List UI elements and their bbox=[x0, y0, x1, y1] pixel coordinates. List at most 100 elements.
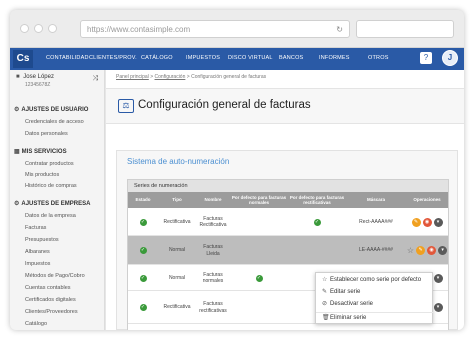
sidebar-section-label: AJUSTES DE EMPRESA bbox=[21, 201, 91, 207]
user-avatar[interactable]: J bbox=[442, 50, 458, 66]
column-header-default-rect[interactable]: Por defecto para facturas rectificativas bbox=[288, 192, 346, 208]
edit-button[interactable]: ✎ bbox=[416, 246, 426, 255]
sidebar-section-mis-servicios[interactable]: ▦ MIS SERVICIOS bbox=[14, 148, 67, 155]
column-header-nombre[interactable]: Nombre bbox=[196, 192, 230, 208]
cell-mascara: LE-AAAA-#### bbox=[359, 247, 393, 254]
cell-estado: ✓ bbox=[128, 265, 158, 291]
window-close-dot[interactable] bbox=[20, 24, 29, 33]
window-minimize-dot[interactable] bbox=[34, 24, 43, 33]
user-id: 12345678Z bbox=[25, 82, 51, 88]
sidebar-item-cuentas-contables[interactable]: Cuentas contables bbox=[25, 285, 71, 291]
help-button[interactable]: ? bbox=[420, 52, 432, 64]
cell-default-rect bbox=[288, 236, 346, 265]
menu-item-label: Desactivar serie bbox=[330, 301, 374, 307]
nav-item-otros[interactable]: OTROS bbox=[368, 55, 389, 61]
sidebar-item-mis-productos[interactable]: Mis productos bbox=[25, 172, 59, 178]
trash-icon: 🗑 bbox=[322, 315, 330, 321]
table-caption: Series de numeración bbox=[128, 180, 448, 192]
sidebar-item-presupuestos[interactable]: Presupuestos bbox=[25, 237, 59, 243]
menu-item-set-default[interactable]: ☆ Establecer como serie por defecto bbox=[322, 276, 421, 283]
cell-tipo: Normal bbox=[168, 247, 186, 254]
nav-item-informes[interactable]: INFORMES bbox=[319, 55, 350, 61]
app-logo[interactable]: Cs bbox=[13, 50, 33, 68]
sidebar-section-ajustes-empresa[interactable]: ⚙ AJUSTES DE EMPRESA bbox=[14, 200, 90, 207]
nav-item-bancos[interactable]: BANCOS bbox=[279, 55, 303, 61]
sidebar-item-datos-empresa[interactable]: Datos de la empresa bbox=[25, 213, 76, 219]
table-row[interactable]: ✓ Normal Facturas Lleida LE-AAAA-#### ☆ ✎ ◉ ▾ bbox=[128, 236, 448, 265]
sidebar-section-label: MIS SERVICIOS bbox=[21, 149, 67, 155]
gear-icon: ⚙ bbox=[14, 107, 20, 113]
column-header-mascara[interactable]: Máscara bbox=[346, 192, 406, 208]
menu-item-label: Establecer como serie por defecto bbox=[330, 277, 422, 283]
star-icon: ☆ bbox=[322, 277, 328, 283]
more-options-button[interactable]: ▾ bbox=[438, 246, 448, 255]
nav-item-impuestos[interactable]: IMPUESTOS bbox=[186, 55, 220, 61]
window-maximize-dot[interactable] bbox=[48, 24, 57, 33]
sidebar-item-datos-personales[interactable]: Datos personales bbox=[25, 131, 68, 137]
menu-item-delete[interactable]: 🗑Eliminar serie bbox=[322, 314, 366, 321]
sidebar-item-metodos-pago[interactable]: Métodos de Pago/Cobro bbox=[25, 273, 85, 279]
toggle-button[interactable]: ◉ bbox=[422, 217, 432, 227]
cell-tipo: Normal bbox=[168, 274, 186, 281]
nav-item-clientes[interactable]: CLIENTES/PROV. bbox=[89, 55, 137, 61]
cell-default-normal bbox=[230, 208, 288, 236]
page-title: Configuración general de facturas bbox=[138, 99, 311, 111]
collapse-sidebar-icon[interactable]: ⤨ bbox=[92, 75, 98, 83]
user-name: Jose López bbox=[23, 74, 54, 80]
sidebar-section-ajustes-usuario[interactable]: ⚙ AJUSTES DE USUARIO bbox=[14, 106, 88, 113]
more-options-button[interactable]: ▾ bbox=[433, 273, 443, 283]
table-header: Estado Tipo Nombre Por defecto para fact… bbox=[128, 192, 448, 208]
table-row[interactable]: ✓ Rectificativa Facturas Rectificativa ✓ Rec… bbox=[128, 208, 448, 236]
breadcrumb: Panel principal > Configuración > Config… bbox=[116, 74, 266, 80]
sidebar-item-albaranes[interactable]: Albaranes bbox=[25, 249, 50, 255]
column-header-tipo[interactable]: Tipo bbox=[158, 192, 196, 208]
column-header-default-normal[interactable]: Por defecto para facturas normales bbox=[230, 192, 288, 208]
menu-item-edit[interactable]: ✎ Editar serie bbox=[322, 288, 360, 295]
menu-item-disable[interactable]: ⊘ Desactivar serie bbox=[322, 300, 373, 307]
sidebar-item-clientes-proveedores[interactable]: Clientes/Proveedores bbox=[25, 309, 78, 315]
cell-tipo: Rectificativa bbox=[163, 304, 191, 311]
star-icon[interactable]: ☆ bbox=[407, 246, 414, 256]
disable-icon: ⊘ bbox=[322, 301, 328, 307]
cell-estado: ✓ bbox=[128, 208, 158, 236]
sidebar-item-contratar[interactable]: Contratar productos bbox=[25, 161, 74, 167]
default-check-icon: ✓ bbox=[313, 218, 321, 226]
sidebar-item-certificados[interactable]: Certificados digitales bbox=[25, 297, 76, 303]
cell-default-normal bbox=[230, 236, 288, 265]
sidebar-section-label: AJUSTES DE USUARIO bbox=[21, 107, 89, 113]
row-operations: ☆ ✎ ◉ ▾ bbox=[407, 246, 448, 256]
reload-icon[interactable]: ↻ bbox=[336, 25, 343, 34]
nav-item-contabilidad[interactable]: CONTABILIDAD bbox=[46, 55, 89, 61]
cell-nombre: Facturas Rectificativa bbox=[199, 215, 227, 228]
sidebar-item-impuestos[interactable]: Impuestos bbox=[25, 261, 50, 267]
sidebar-item-credenciales[interactable]: Credenciales de acceso bbox=[25, 119, 84, 125]
cell-estado: ✓ bbox=[128, 236, 158, 265]
search-bar[interactable] bbox=[356, 20, 454, 38]
more-options-button[interactable]: ▾ bbox=[433, 303, 443, 312]
nav-item-disco-virtual[interactable]: DISCO VIRTUAL bbox=[228, 55, 273, 61]
pencil-icon: ✎ bbox=[322, 289, 328, 295]
menu-item-label: Eliminar serie bbox=[330, 315, 367, 321]
more-options-button[interactable]: ▾ bbox=[433, 217, 443, 227]
row-operations: ✎◉▾ bbox=[411, 217, 443, 227]
sidebar-item-historico[interactable]: Histórico de compras bbox=[25, 183, 77, 189]
cell-nombre: Facturas normales bbox=[202, 271, 224, 284]
edit-button[interactable]: ✎ bbox=[411, 217, 421, 227]
breadcrumb-item-current: Configuración general de facturas bbox=[191, 74, 267, 80]
cell-nombre: Facturas Lleida bbox=[203, 244, 223, 257]
column-header-estado[interactable]: Estado bbox=[128, 192, 158, 208]
column-header-operaciones: Operaciones bbox=[413, 197, 441, 203]
status-active-icon: ✓ bbox=[139, 304, 147, 311]
user-icon: ■ bbox=[16, 74, 20, 80]
nav-item-catalogo[interactable]: CATÁLOGO bbox=[141, 55, 173, 61]
sidebar-user: ■ Jose López bbox=[16, 74, 54, 80]
breadcrumb-item-panel[interactable]: Panel principal bbox=[116, 74, 149, 80]
section-title: Sistema de auto-numeración bbox=[127, 157, 230, 166]
sidebar-item-catalogo[interactable]: Catálogo bbox=[25, 321, 47, 327]
toggle-button[interactable]: ◉ bbox=[427, 246, 437, 255]
grid-icon: ▦ bbox=[14, 149, 20, 155]
address-bar[interactable]: https://www.contasimple.com ↻ bbox=[80, 20, 350, 38]
row-actions-menu: ☆ Establecer como serie por defecto ✎ Edit… bbox=[315, 272, 434, 324]
breadcrumb-item-configuracion[interactable]: Configuración bbox=[155, 74, 186, 80]
sidebar-item-facturas[interactable]: Facturas bbox=[25, 225, 46, 231]
